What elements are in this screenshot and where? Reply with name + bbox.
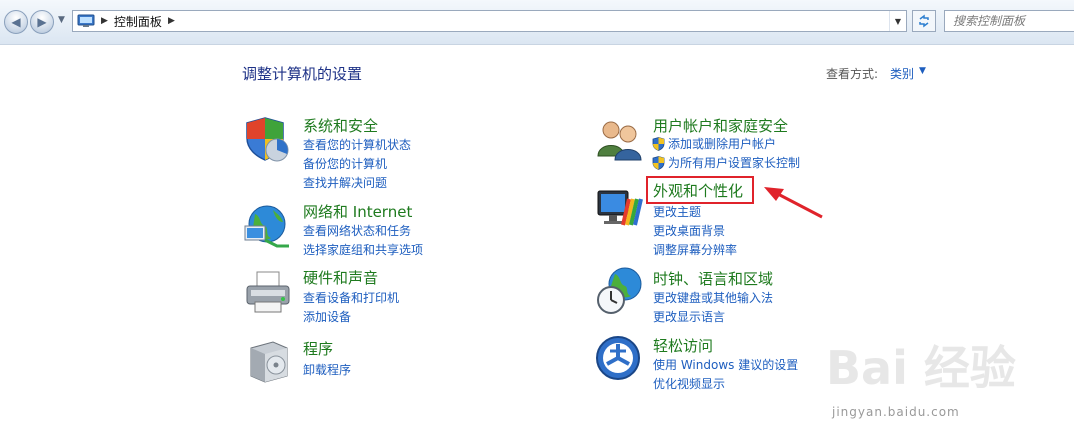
link-homegroup-sharing[interactable]: 选择家庭组和共享选项 <box>303 241 423 258</box>
link-troubleshoot[interactable]: 查找并解决问题 <box>303 174 387 191</box>
refresh-button[interactable] <box>912 10 936 32</box>
page-title: 调整计算机的设置 <box>242 65 363 83</box>
chevron-down-icon[interactable]: ▼ <box>919 66 926 76</box>
link-add-remove-accounts[interactable]: 添加或删除用户帐户 <box>652 135 776 152</box>
clock-globe-icon[interactable] <box>595 266 645 316</box>
programs-box-icon[interactable] <box>243 336 293 386</box>
link-optimize-visual-display[interactable]: 优化视频显示 <box>653 375 725 392</box>
search-input[interactable] <box>951 13 1074 29</box>
highlight-box-annotation <box>646 176 754 204</box>
category-title-network-internet[interactable]: 网络和 Internet <box>303 201 412 222</box>
category-title-user-accounts[interactable]: 用户帐户和家庭安全 <box>653 115 788 136</box>
back-arrow-icon: ◀ <box>11 15 21 29</box>
forward-button[interactable]: ▶ <box>30 10 54 34</box>
uac-shield-icon <box>652 155 665 170</box>
recent-pages-dropdown[interactable]: ▼ <box>58 15 65 25</box>
red-arrow-icon <box>764 187 823 219</box>
category-title-hardware-sound[interactable]: 硬件和声音 <box>303 267 378 288</box>
watermark-url: jingyan.baidu.com <box>832 405 960 419</box>
link-view-computer-status[interactable]: 查看您的计算机状态 <box>303 136 411 153</box>
category-title-clock-language-region[interactable]: 时钟、语言和区域 <box>653 268 773 289</box>
link-add-remove-accounts-label[interactable]: 添加或删除用户帐户 <box>668 135 776 152</box>
address-dropdown-button[interactable]: ▼ <box>889 11 906 31</box>
category-title-ease-of-access[interactable]: 轻松访问 <box>653 335 713 356</box>
category-title-system-security[interactable]: 系统和安全 <box>303 115 378 136</box>
baidu-watermark-logo: Bai 经验 <box>826 341 1016 395</box>
network-globe-icon[interactable] <box>243 202 293 252</box>
link-parental-controls[interactable]: 为所有用户设置家长控制 <box>652 154 800 171</box>
link-devices-printers[interactable]: 查看设备和打印机 <box>303 289 399 306</box>
view-by-label: 查看方式: <box>826 67 879 81</box>
refresh-icon <box>919 14 929 28</box>
breadcrumb-control-panel[interactable]: 控制面板 <box>114 13 162 30</box>
link-uninstall-program[interactable]: 卸载程序 <box>303 361 351 378</box>
window-toolbar: ◀ ▶ ▼ ▶ 控制面板 ▶ ▼ <box>0 0 1074 45</box>
link-view-network-status[interactable]: 查看网络状态和任务 <box>303 222 411 239</box>
back-button[interactable]: ◀ <box>4 10 28 34</box>
breadcrumb-separator-icon[interactable]: ▶ <box>168 16 175 26</box>
users-icon[interactable] <box>595 114 645 164</box>
link-add-device[interactable]: 添加设备 <box>303 308 351 325</box>
link-adjust-resolution[interactable]: 调整屏幕分辨率 <box>653 241 737 258</box>
monitor-palette-icon[interactable] <box>595 185 645 235</box>
security-shield-icon[interactable] <box>243 114 293 164</box>
search-box[interactable] <box>944 10 1074 32</box>
control-panel-icon <box>77 14 95 27</box>
forward-arrow-icon: ▶ <box>37 15 47 29</box>
ease-of-access-icon[interactable] <box>595 334 645 384</box>
link-change-desktop-background[interactable]: 更改桌面背景 <box>653 222 725 239</box>
link-change-display-language[interactable]: 更改显示语言 <box>653 308 725 325</box>
link-parental-controls-label[interactable]: 为所有用户设置家长控制 <box>668 154 800 171</box>
view-by-dropdown[interactable]: 类别 <box>890 65 914 82</box>
breadcrumb-separator-icon: ▶ <box>101 16 108 26</box>
watermark-logo-text: Bai 经验 <box>826 341 1016 395</box>
address-bar[interactable]: ▶ 控制面板 ▶ ▼ <box>72 10 907 32</box>
link-backup-computer[interactable]: 备份您的计算机 <box>303 155 387 172</box>
link-change-input-method[interactable]: 更改键盘或其他输入法 <box>653 289 773 306</box>
uac-shield-icon <box>652 136 665 151</box>
printer-icon[interactable] <box>243 268 293 318</box>
link-change-theme[interactable]: 更改主题 <box>653 203 701 220</box>
category-title-programs[interactable]: 程序 <box>303 338 333 359</box>
link-recommended-settings[interactable]: 使用 Windows 建议的设置 <box>653 356 798 373</box>
